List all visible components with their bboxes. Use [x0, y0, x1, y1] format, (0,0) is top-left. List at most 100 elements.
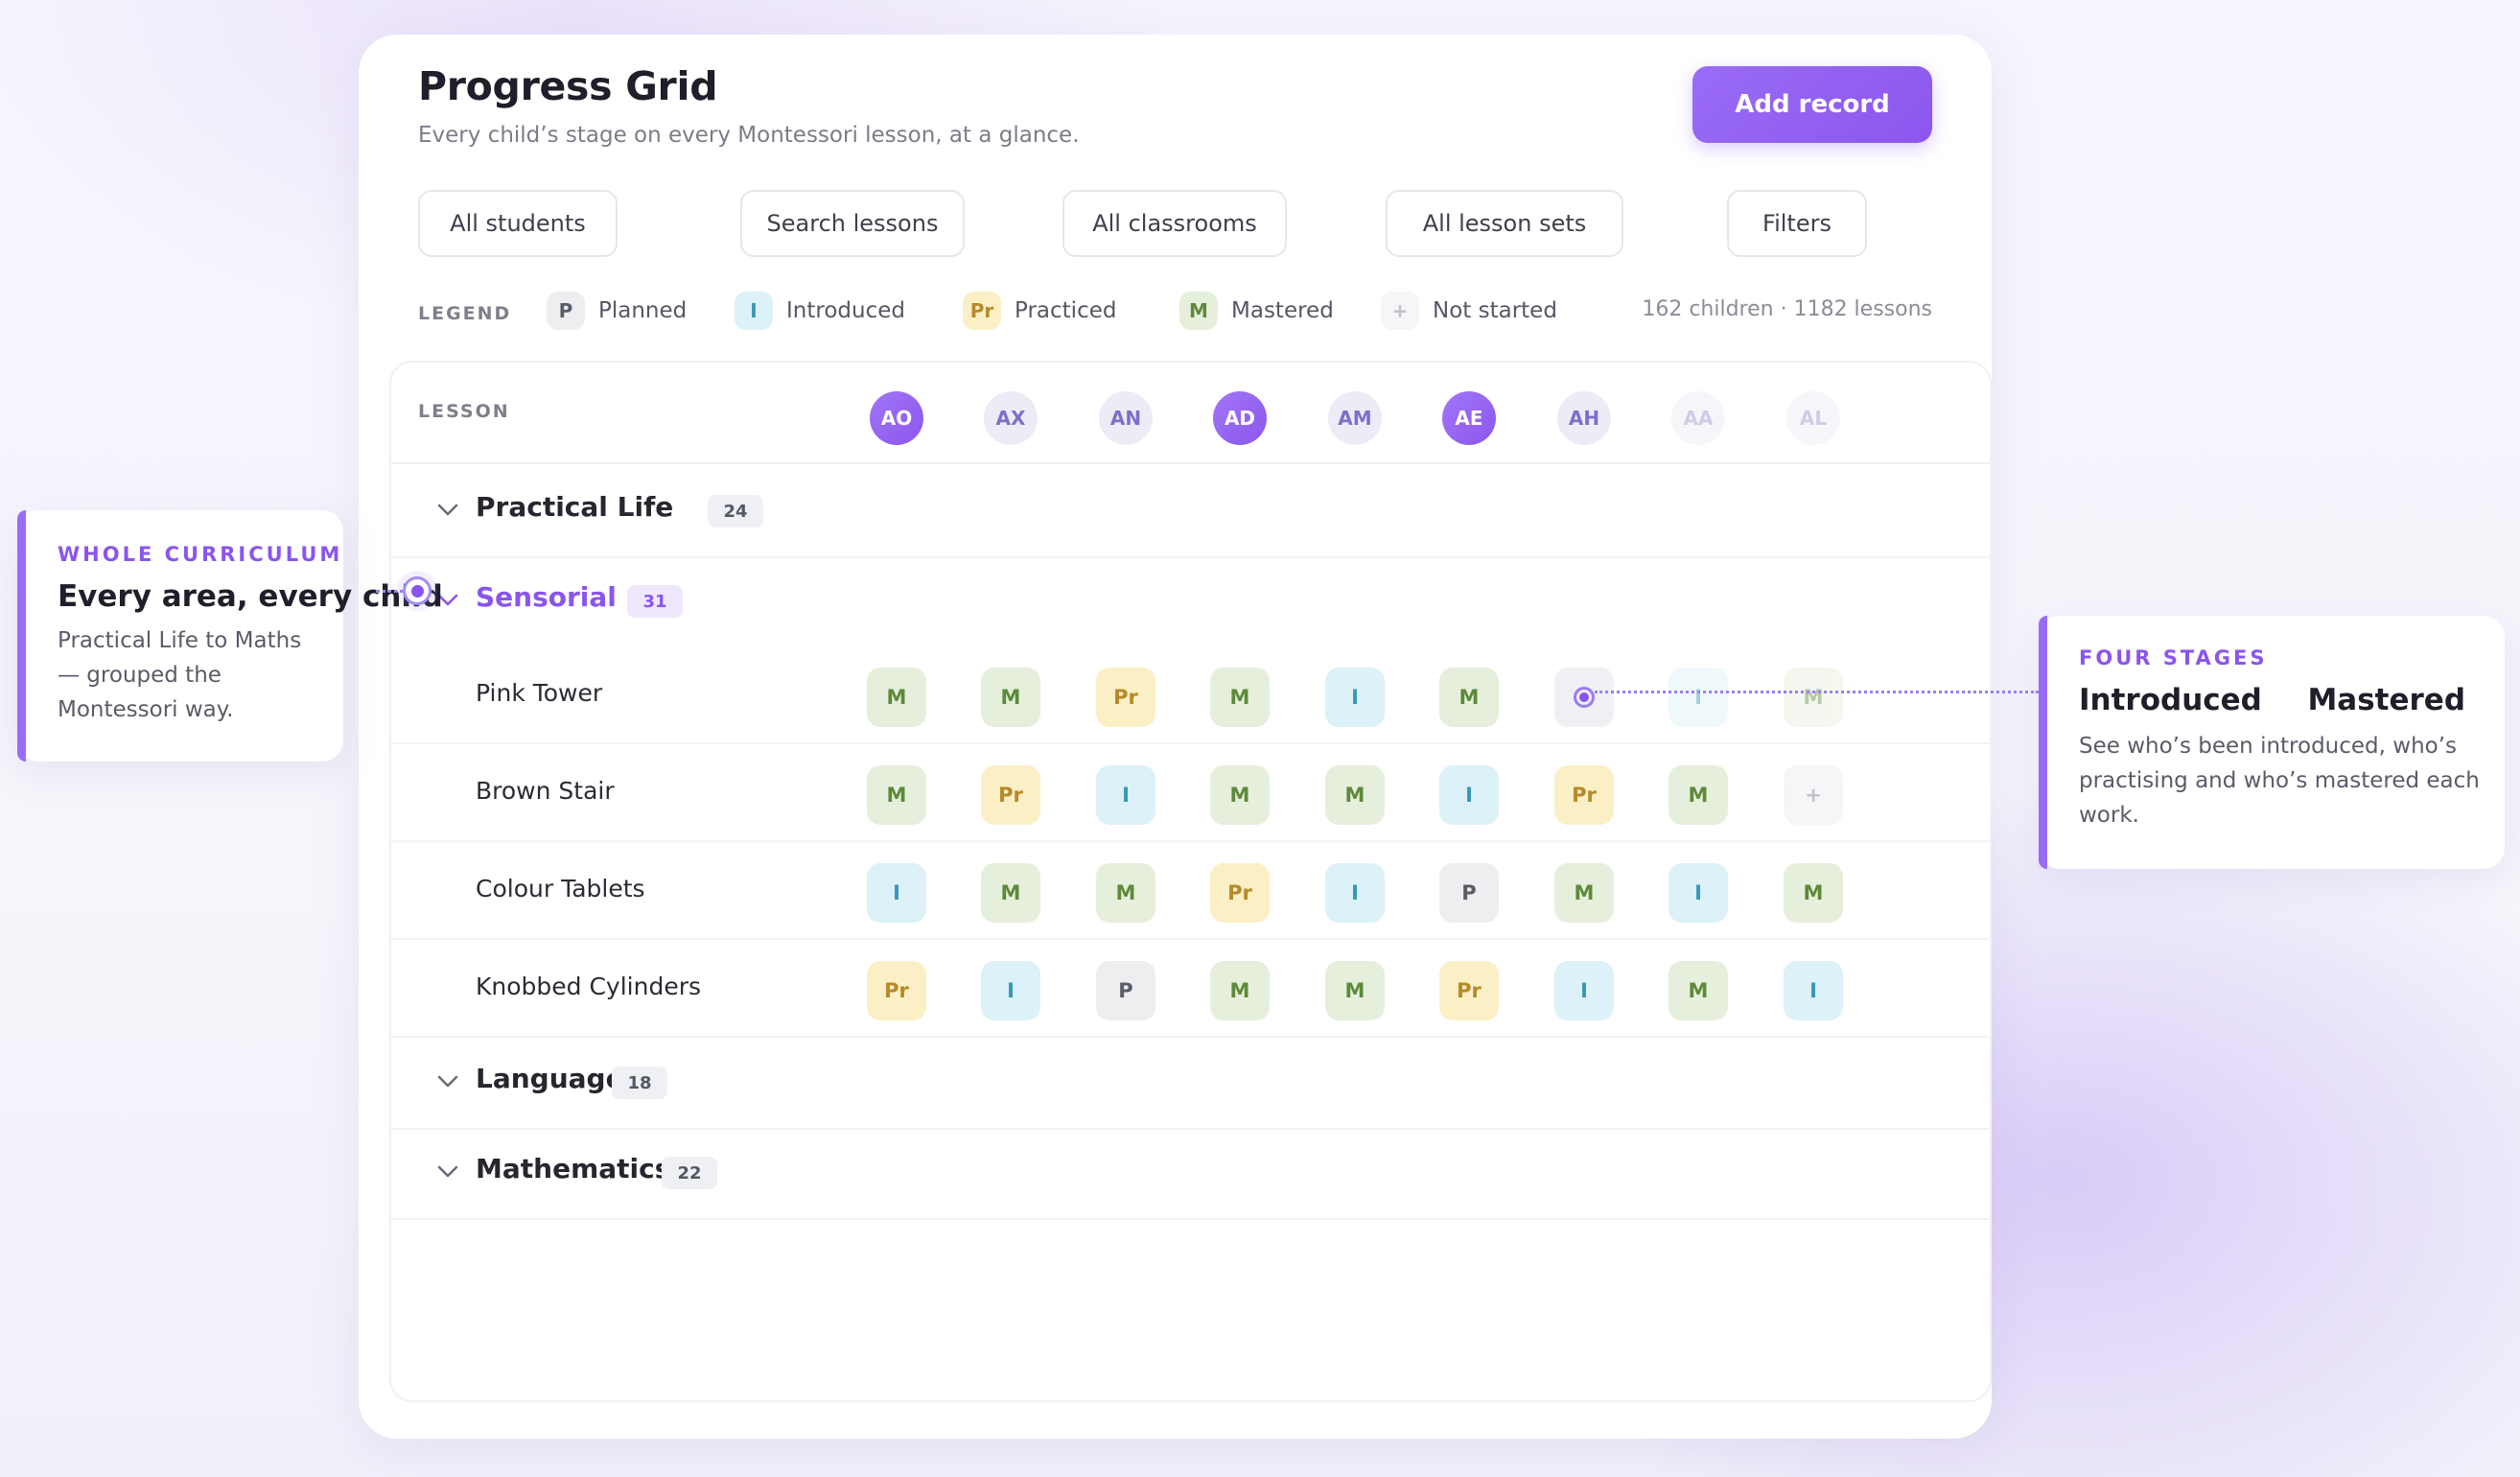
classrooms-filter[interactable]: All classrooms — [1062, 190, 1287, 257]
stage-cell[interactable]: Pr — [1554, 765, 1614, 825]
lesson-name: Brown Stair — [476, 777, 615, 805]
group-name: Sensorial — [476, 581, 617, 613]
stage-cell[interactable]: M — [981, 863, 1040, 923]
stage-cell[interactable]: I — [1554, 961, 1614, 1020]
legend-label: LEGEND — [418, 303, 512, 324]
search-lessons-input[interactable]: Search lessons — [740, 190, 965, 257]
totals-summary: 162 children · 1182 lessons — [1642, 297, 1932, 321]
stage-cell-focused[interactable] — [1554, 668, 1614, 727]
student-avatar[interactable]: AH — [1557, 391, 1611, 445]
callout-title-mastered: Mastered — [2307, 683, 2466, 717]
stage-cell[interactable]: M — [1096, 863, 1155, 923]
lesson-row-knobbed-cylinders: Knobbed Cylinders Pr I P M M Pr I M I — [391, 940, 1990, 1038]
group-count-badge: 24 — [708, 495, 763, 528]
lesson-name: Colour Tablets — [476, 875, 645, 903]
progress-grid: LESSON AO AX AN AD AM AE AH AA AL Practi… — [389, 361, 1992, 1402]
sensorial-anchor-icon — [403, 576, 432, 605]
lesson-row-brown-stair: Brown Stair M Pr I M M I Pr M + — [391, 744, 1990, 842]
group-count-badge: 22 — [662, 1157, 717, 1189]
not-started-chip: + — [1381, 292, 1419, 330]
student-avatar[interactable]: AA — [1671, 391, 1725, 445]
student-avatar[interactable]: AD — [1213, 391, 1267, 445]
group-count-badge: 31 — [627, 585, 683, 618]
student-avatar[interactable]: AM — [1328, 391, 1382, 445]
focus-marker-icon — [1574, 687, 1595, 708]
stage-cell[interactable]: I — [1668, 863, 1728, 923]
students-filter[interactable]: All students — [418, 190, 618, 257]
lesson-sets-filter[interactable]: All lesson sets — [1386, 190, 1623, 257]
stage-cell[interactable]: I — [1096, 765, 1155, 825]
stage-cell[interactable]: M — [1784, 863, 1843, 923]
stage-cell[interactable]: M — [1325, 765, 1385, 825]
legend-not-started: + Not started — [1381, 292, 1557, 330]
stage-cell[interactable]: P — [1439, 863, 1499, 923]
callout-title-introduced: Introduced — [2079, 683, 2262, 717]
legend-practiced: Pr Practiced — [963, 292, 1116, 330]
callout-accent-bar — [2039, 616, 2047, 869]
stage-cell[interactable]: I — [1439, 765, 1499, 825]
group-language[interactable]: Language 18 — [391, 1038, 1990, 1130]
stage-cell[interactable]: M — [1439, 668, 1499, 727]
student-avatar[interactable]: AX — [984, 391, 1038, 445]
practiced-chip: Pr — [963, 292, 1001, 330]
legend-mastered: M Mastered — [1179, 292, 1334, 330]
stage-cell[interactable]: M — [1210, 765, 1270, 825]
stage-cell[interactable]: M — [1554, 863, 1614, 923]
legend-planned: P Planned — [547, 292, 687, 330]
group-name: Practical Life — [476, 491, 674, 523]
stage-cell[interactable]: I — [1668, 668, 1728, 727]
stage-cell[interactable]: I — [867, 863, 926, 923]
callout-accent-bar — [17, 510, 26, 762]
chevron-down-icon[interactable] — [435, 497, 460, 522]
stage-cell[interactable]: M — [1210, 961, 1270, 1020]
stage-cell[interactable]: M — [1784, 668, 1843, 727]
stage-cell[interactable]: I — [1325, 668, 1385, 727]
stage-cell[interactable]: I — [1784, 961, 1843, 1020]
callout-eyebrow: FOUR STAGES — [2079, 646, 2268, 669]
legend-item-label: Planned — [598, 298, 688, 323]
stage-cell[interactable]: Pr — [1210, 863, 1270, 923]
stage-cell[interactable]: M — [1668, 765, 1728, 825]
grid-header: LESSON AO AX AN AD AM AE AH AA AL — [391, 363, 1990, 464]
callout-body: See who’s been introduced, who’s practis… — [2079, 734, 2480, 828]
stage-cell[interactable]: Pr — [1439, 961, 1499, 1020]
legend-introduced: I Introduced — [735, 292, 905, 330]
stage-cell[interactable]: M — [1668, 961, 1728, 1020]
stage-cell[interactable]: I — [981, 961, 1040, 1020]
callout-body: Practical Life to Maths — grouped the Mo… — [58, 628, 302, 722]
group-name: Language — [476, 1063, 624, 1094]
student-avatar[interactable]: AE — [1442, 391, 1496, 445]
stage-cell[interactable]: M — [867, 668, 926, 727]
chevron-down-icon[interactable] — [435, 1159, 460, 1184]
stage-cell[interactable]: M — [981, 668, 1040, 727]
stage-cell[interactable]: P — [1096, 961, 1155, 1020]
lesson-row-colour-tablets: Colour Tablets I M M Pr I P M I M — [391, 842, 1990, 940]
stage-cell[interactable]: M — [867, 765, 926, 825]
group-sensorial[interactable]: Sensorial 31 — [391, 556, 1990, 646]
chevron-down-icon[interactable] — [435, 1068, 460, 1093]
introduced-chip: I — [735, 292, 773, 330]
filters-button[interactable]: Filters — [1727, 190, 1867, 257]
student-avatar[interactable]: AO — [870, 391, 923, 445]
stage-cell[interactable]: I — [1325, 863, 1385, 923]
group-name: Mathematics — [476, 1153, 671, 1184]
student-avatar[interactable]: AL — [1786, 391, 1840, 445]
stage-cell[interactable]: Pr — [1096, 668, 1155, 727]
callout-title: Every area, every child — [58, 579, 443, 614]
student-avatar[interactable]: AN — [1099, 391, 1153, 445]
stage-cell[interactable]: M — [1210, 668, 1270, 727]
lesson-row-pink-tower: Pink Tower M M Pr M I M I M — [391, 646, 1990, 744]
add-record-button[interactable]: Add record — [1692, 66, 1932, 143]
group-practical-life[interactable]: Practical Life 24 — [391, 466, 1990, 558]
stage-cell[interactable]: M — [1325, 961, 1385, 1020]
stage-cell[interactable]: Pr — [867, 961, 926, 1020]
group-mathematics[interactable]: Mathematics 22 — [391, 1128, 1990, 1220]
connector-line — [1595, 691, 2039, 693]
stage-cell[interactable]: + — [1784, 765, 1843, 825]
planned-chip: P — [547, 292, 585, 330]
lesson-column-label: LESSON — [418, 401, 510, 422]
stage-cell[interactable]: Pr — [981, 765, 1040, 825]
mastered-chip: M — [1179, 292, 1218, 330]
page-title: Progress Grid — [418, 63, 718, 109]
stages-callout: FOUR STAGES Introduced Mastered See who’… — [2039, 616, 2505, 869]
